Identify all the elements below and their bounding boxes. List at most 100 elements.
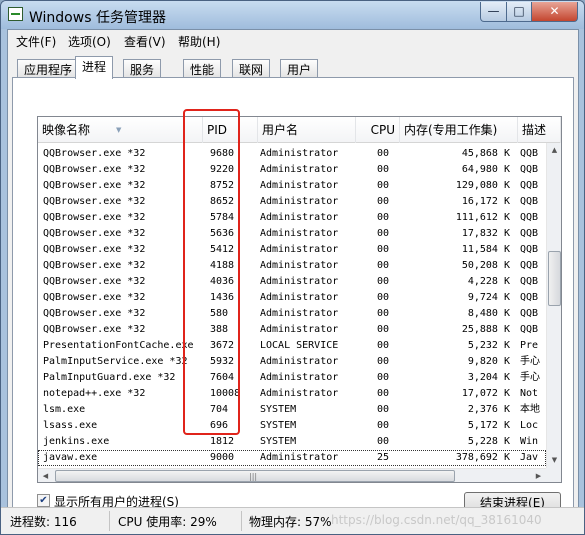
process-description: 本地 (520, 404, 540, 415)
show-all-users-checkbox[interactable]: ✔ (37, 494, 50, 507)
process-cpu: 25 (376, 452, 390, 463)
status-divider (109, 511, 110, 531)
horizontal-scrollbar[interactable]: ◀ ||| ▶ (38, 468, 546, 482)
column-header-memory[interactable]: 内存(专用工作集) (400, 117, 518, 143)
table-row[interactable]: QQBrowser.exe *32 5412 Administrator 00 11,5… (38, 242, 546, 258)
table-row[interactable]: PresentationFontCache.exe 3672 LOCAL SERVI… (38, 338, 546, 354)
vertical-scrollbar[interactable]: ▲ ▼ (546, 143, 561, 468)
process-cpu: 00 (376, 212, 390, 223)
tab-services[interactable]: 服务 (123, 59, 162, 78)
process-name: lsass.exe (43, 420, 98, 431)
column-header-cpu[interactable]: CPU (356, 117, 400, 143)
column-header-description[interactable]: 描述 (518, 117, 561, 143)
process-memory: 25,888 K (461, 324, 510, 335)
process-description: QQB (520, 244, 539, 255)
process-name: QQBrowser.exe *32 (43, 276, 146, 287)
scroll-right-arrow-icon[interactable]: ▶ (531, 469, 546, 482)
minimize-button[interactable]: — (480, 2, 507, 22)
table-row[interactable]: PalmInputService.exe *32 5932 Administrato… (38, 354, 546, 370)
menu-file[interactable]: 文件(F) (16, 33, 56, 50)
maximize-button[interactable]: □ (506, 2, 532, 22)
process-description: Loc (520, 420, 539, 431)
tab-users[interactable]: 用户 (280, 59, 319, 78)
table-row[interactable]: lsm.exe 704 SYSTEM 00 2,376 K 本地 (38, 402, 546, 418)
table-row[interactable]: QQBrowser.exe *32 8652 Administrator 00 16,1… (38, 194, 546, 210)
horizontal-scroll-thumb[interactable]: ||| (55, 470, 455, 482)
menu-view[interactable]: 查看(V) (124, 33, 166, 50)
table-row[interactable]: QQBrowser.exe *32 580 Administrator 00 8,480… (38, 306, 546, 322)
process-memory: 8,480 K (467, 308, 510, 319)
status-divider (241, 511, 242, 531)
tab-networking[interactable]: 联网 (232, 59, 271, 78)
process-list[interactable]: 映像名称 ▼ PID 用户名 CPU 内存(专用工作集) 描述 QQBrowser… (37, 116, 562, 483)
table-row[interactable]: QQBrowser.exe *32 5636 Administrator 00 17,8… (38, 226, 546, 242)
pid-highlight-annotation (183, 109, 240, 435)
table-row[interactable]: QQBrowser.exe *32 4188 Administrator 00 50,2… (38, 258, 546, 274)
scroll-left-arrow-icon[interactable]: ◀ (38, 469, 53, 482)
window-body: 文件(F) 选项(O) 查看(V) 帮助(H) 应用程序 进程 服务 性能 联网… (7, 29, 579, 529)
process-cpu: 00 (376, 340, 390, 351)
process-description: QQB (520, 324, 539, 335)
process-name: QQBrowser.exe *32 (43, 164, 146, 175)
title-bar[interactable]: Windows 任务管理器 — □ ✕ (1, 1, 584, 29)
table-row[interactable]: PalmInputGuard.exe *32 7604 Administrator 0… (38, 370, 546, 386)
process-memory: 11,584 K (461, 244, 510, 255)
process-memory: 17,832 K (461, 228, 510, 239)
scroll-down-arrow-icon[interactable]: ▼ (547, 453, 561, 467)
column-header-user[interactable]: 用户名 (258, 117, 356, 143)
menu-help[interactable]: 帮助(H) (178, 33, 220, 50)
process-name: QQBrowser.exe *32 (43, 148, 146, 159)
process-user: Administrator (260, 324, 339, 335)
process-memory: 50,208 K (461, 260, 510, 271)
tab-performance[interactable]: 性能 (183, 59, 222, 78)
process-cpu: 00 (376, 260, 390, 271)
process-memory: 9,820 K (467, 356, 510, 367)
process-description: Not (520, 388, 539, 399)
status-bar: 进程数: 116 CPU 使用率: 29% 物理内存: 57% https://… (1, 507, 584, 534)
table-row[interactable]: QQBrowser.exe *32 5784 Administrator 00 111,… (38, 210, 546, 226)
process-description: QQB (520, 308, 539, 319)
table-row[interactable]: jenkins.exe 1812 SYSTEM 00 5,228 K Win (38, 434, 546, 450)
process-name: QQBrowser.exe *32 (43, 308, 146, 319)
process-memory: 9,724 K (467, 292, 510, 303)
sort-arrow-icon: ▼ (116, 126, 122, 134)
process-name: PalmInputService.exe *32 (43, 356, 188, 367)
table-row[interactable]: QQBrowser.exe *32 8752 Administrator 00 129,… (38, 178, 546, 194)
process-user: SYSTEM (260, 404, 297, 415)
process-cpu: 00 (376, 388, 390, 399)
table-row[interactable]: javaw.exe 9000 Administrator 25 378,692 K Jav (38, 450, 546, 466)
tab-applications[interactable]: 应用程序 (17, 59, 80, 78)
table-row[interactable]: QQBrowser.exe *32 4036 Administrator 00 4,22… (38, 274, 546, 290)
vertical-scroll-thumb[interactable] (548, 251, 561, 306)
table-row[interactable]: QQBrowser.exe *32 1436 Administrator 00 9,72… (38, 290, 546, 306)
tab-processes[interactable]: 进程 (75, 56, 114, 79)
column-header-name[interactable]: 映像名称 ▼ (38, 117, 203, 143)
table-row[interactable]: QQBrowser.exe *32 388 Administrator 00 25,88… (38, 322, 546, 338)
process-name: QQBrowser.exe *32 (43, 180, 146, 191)
menu-bar: 文件(F) 选项(O) 查看(V) 帮助(H) (8, 30, 578, 50)
process-cpu: 00 (376, 228, 390, 239)
process-memory: 3,204 K (467, 372, 510, 383)
table-row[interactable]: notepad++.exe *32 10008 Administrator 00 17,… (38, 386, 546, 402)
process-cpu: 00 (376, 148, 390, 159)
process-cpu: 00 (376, 436, 390, 447)
process-user: Administrator (260, 196, 339, 207)
process-name: QQBrowser.exe *32 (43, 260, 146, 271)
process-description: 手心 (520, 372, 540, 383)
process-user: Administrator (260, 308, 339, 319)
process-memory: 2,376 K (467, 404, 510, 415)
process-name: notepad++.exe *32 (43, 388, 146, 399)
process-cpu: 00 (376, 180, 390, 191)
processes-panel: 映像名称 ▼ PID 用户名 CPU 内存(专用工作集) 描述 QQBrowser… (12, 77, 574, 525)
process-pid: 1812 (210, 436, 235, 447)
process-description: Jav (520, 452, 539, 463)
scroll-up-arrow-icon[interactable]: ▲ (547, 143, 561, 157)
menu-options[interactable]: 选项(O) (68, 33, 111, 50)
close-button[interactable]: ✕ (531, 2, 578, 22)
table-row[interactable]: QQBrowser.exe *32 9680 Administrator 00 45,8… (38, 146, 546, 162)
process-name: PalmInputGuard.exe *32 (43, 372, 176, 383)
table-row[interactable]: QQBrowser.exe *32 9220 Administrator 00 64,9… (38, 162, 546, 178)
process-user: Administrator (260, 260, 339, 271)
process-memory: 4,228 K (467, 276, 510, 287)
table-row[interactable]: lsass.exe 696 SYSTEM 00 5,172 K Loc (38, 418, 546, 434)
